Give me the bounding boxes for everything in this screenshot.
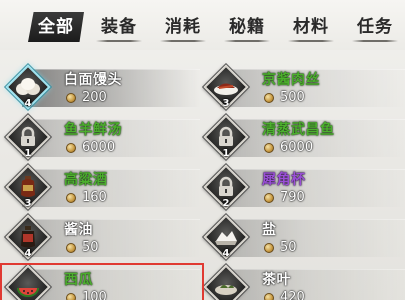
locked-dish-icon: 1 <box>203 114 249 160</box>
item-slot[interactable]: 3 京酱肉丝 500 <box>198 63 405 111</box>
item-name: 鱼羊鲜汤 <box>64 122 122 138</box>
coin-icon <box>66 192 76 203</box>
item-count: 4 <box>24 98 32 109</box>
salt-icon: 4 <box>203 214 249 260</box>
item-name: 京酱肉丝 <box>262 72 320 88</box>
tab-label: 任务 <box>357 17 393 37</box>
tab-label: 材料 <box>293 17 329 37</box>
category-tab-bar: 全部 装备 消耗 秘籍 材料 任务 <box>0 0 405 50</box>
price-value: 200 <box>82 90 107 105</box>
highlight-outline <box>0 263 204 300</box>
soy-sauce-icon: 4 <box>5 214 51 260</box>
item-slot[interactable]: 2 犀角杯 790 <box>198 163 405 211</box>
coin-icon <box>264 292 274 300</box>
item-slot[interactable]: 4 白面馒头 200 <box>0 63 200 111</box>
item-name: 白面馒头 <box>64 72 122 88</box>
tab-label: 秘籍 <box>229 17 265 37</box>
item-slot[interactable]: 4 酱油 50 <box>0 213 200 261</box>
item-name: 清蒸武昌鱼 <box>262 122 335 138</box>
coin-icon <box>264 142 274 153</box>
shredded-pork-icon: 3 <box>203 64 249 110</box>
tab-label: 消耗 <box>165 17 201 37</box>
coin-icon <box>264 192 274 203</box>
item-name: 高粱酒 <box>64 172 108 188</box>
coin-icon <box>264 242 274 253</box>
item-count: 3 <box>222 98 230 109</box>
price-value: 6000 <box>280 140 314 155</box>
item-price: 6000 <box>66 140 115 155</box>
tab-materials[interactable]: 材料 <box>282 12 340 42</box>
tab-consumables[interactable]: 消耗 <box>154 12 212 42</box>
price-value: 160 <box>82 190 107 205</box>
price-value: 790 <box>280 190 305 205</box>
price-value: 420 <box>280 290 305 300</box>
item-slot[interactable]: 3 高粱酒 160 <box>0 163 200 211</box>
coin-icon <box>264 92 274 103</box>
tab-manuals[interactable]: 秘籍 <box>218 12 276 42</box>
tea-leaves-icon <box>203 264 249 300</box>
tab-equipment[interactable]: 装备 <box>90 12 148 42</box>
price-value: 500 <box>280 90 305 105</box>
price-value: 50 <box>82 240 99 255</box>
coin-icon <box>66 142 76 153</box>
item-price: 420 <box>264 290 305 300</box>
tab-quests[interactable]: 任务 <box>346 12 404 42</box>
coin-icon <box>66 242 76 253</box>
item-slot[interactable]: 4 盐 50 <box>198 213 405 261</box>
item-price: 50 <box>264 240 297 255</box>
item-price: 500 <box>264 90 305 105</box>
item-slot[interactable]: 1 鱼羊鲜汤 6000 <box>0 113 200 161</box>
item-count: 3 <box>24 198 32 209</box>
item-price: 50 <box>66 240 99 255</box>
item-slot[interactable]: 茶叶 420 <box>198 263 405 300</box>
item-count: 4 <box>222 248 230 259</box>
locked-cup-icon: 2 <box>203 164 249 210</box>
item-count: 2 <box>222 198 230 209</box>
tab-all[interactable]: 全部 <box>28 12 84 42</box>
item-name: 盐 <box>262 222 277 238</box>
coin-icon <box>66 92 76 103</box>
item-slot[interactable]: 1 清蒸武昌鱼 6000 <box>198 113 405 161</box>
locked-dish-icon: 1 <box>5 114 51 160</box>
item-price: 6000 <box>264 140 313 155</box>
item-count: 4 <box>24 248 32 259</box>
steamed-bun-icon: 4 <box>5 64 51 110</box>
price-value: 6000 <box>82 140 116 155</box>
item-count: 1 <box>222 148 230 159</box>
item-count: 1 <box>24 148 32 159</box>
price-value: 50 <box>280 240 297 255</box>
item-name: 犀角杯 <box>262 172 306 188</box>
item-price: 200 <box>66 90 107 105</box>
item-name: 酱油 <box>64 222 93 238</box>
tab-label: 装备 <box>101 17 137 37</box>
tab-label: 全部 <box>38 17 74 37</box>
sorghum-wine-icon: 3 <box>5 164 51 210</box>
item-price: 160 <box>66 190 107 205</box>
item-price: 790 <box>264 190 305 205</box>
item-name: 茶叶 <box>262 272 291 288</box>
